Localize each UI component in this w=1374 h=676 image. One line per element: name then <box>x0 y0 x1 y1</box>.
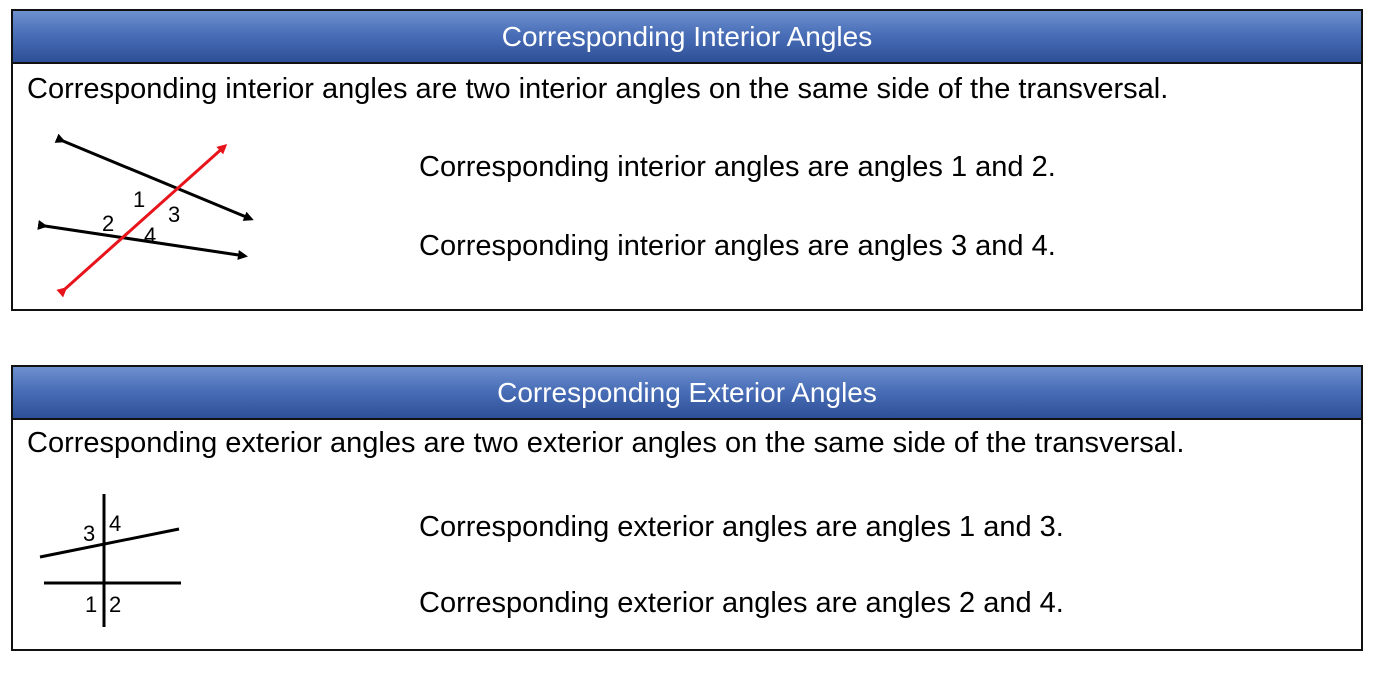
exterior-angles-diagram: 3 4 1 2 <box>39 494 181 627</box>
angle-label-2: 2 <box>102 211 114 236</box>
interior-fact-2: Corresponding interior angles are angles… <box>419 230 1056 262</box>
interior-fact-1: Corresponding interior angles are angles… <box>419 151 1056 183</box>
angle-label-4: 4 <box>144 223 156 248</box>
interior-angles-figure: 1 2 3 4 <box>23 129 273 304</box>
angle-label-3: 3 <box>83 521 95 546</box>
exterior-angles-title: Corresponding Exterior Angles <box>13 367 1361 420</box>
exterior-angles-figure: 3 4 1 2 <box>23 491 193 631</box>
exterior-angles-panel: Corresponding Exterior Angles Correspond… <box>11 365 1363 651</box>
exterior-fact-2: Corresponding exterior angles are angles… <box>419 587 1064 619</box>
interior-angles-diagram: 1 2 3 4 <box>37 133 254 298</box>
angle-label-3: 3 <box>168 202 180 227</box>
angle-label-4: 4 <box>109 511 121 536</box>
interior-angles-definition: Corresponding interior angles are two in… <box>27 73 1169 105</box>
angle-label-2: 2 <box>109 592 121 617</box>
interior-angles-panel: Corresponding Interior Angles Correspond… <box>11 9 1363 311</box>
angle-label-1: 1 <box>85 592 97 617</box>
interior-angles-title: Corresponding Interior Angles <box>13 11 1361 64</box>
angle-label-1: 1 <box>133 187 145 212</box>
exterior-angles-definition: Corresponding exterior angles are two ex… <box>27 427 1185 459</box>
exterior-fact-1: Corresponding exterior angles are angles… <box>419 511 1064 543</box>
transversal-line <box>56 144 228 298</box>
